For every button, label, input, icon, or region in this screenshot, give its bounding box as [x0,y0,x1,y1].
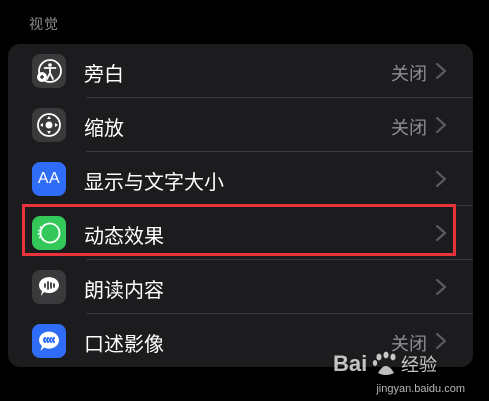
row-label: 朗读内容 [84,278,164,302]
audio-description-icon [32,324,66,358]
text-size-glyph: AA [37,170,61,187]
chevron-right-icon [435,224,447,242]
svg-text:Bai: Bai [333,351,367,376]
baidu-logo-icon: Bai 经验 [333,351,437,376]
voiceover-icon [32,54,66,88]
row-display-text-size[interactable]: AA 显示与文字大小 [8,152,473,206]
motion-icon [32,216,66,250]
section-header: 视觉 [29,17,59,33]
watermark-url: jingyan.baidu.com [376,383,465,395]
chevron-right-icon [435,62,447,80]
row-label: 显示与文字大小 [84,170,224,194]
spoken-content-icon [32,270,66,304]
row-label: 口述影像 [84,332,164,356]
zoom-icon [32,108,66,142]
baidu-jingyan-watermark: Bai 经验 jingyan.baidu.com [331,347,471,395]
row-voiceover[interactable]: 旁白 关闭 [8,44,473,98]
svg-text:经验: 经验 [401,355,437,375]
chevron-right-icon [435,116,447,134]
chevron-right-icon [435,170,447,188]
row-zoom[interactable]: 缩放 关闭 [8,98,473,152]
row-spoken-content[interactable]: 朗读内容 [8,260,473,314]
row-value: 关闭 [391,64,427,85]
row-label: 缩放 [84,116,124,140]
row-label: 旁白 [84,62,124,86]
chevron-right-icon [435,278,447,296]
row-label: 动态效果 [84,224,164,248]
text-size-icon: AA [32,162,66,196]
vision-settings-card: 旁白 关闭 缩放 关闭 AA 显示与文字大小 动态效果 朗读内容 口述影像 关闭 [8,44,473,367]
row-value: 关闭 [391,118,427,139]
row-motion[interactable]: 动态效果 [8,206,473,260]
